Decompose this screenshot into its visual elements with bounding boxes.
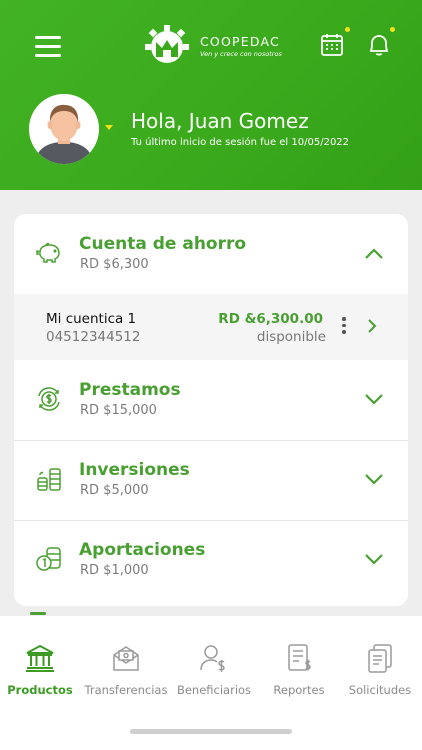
logo-tagline: Ven y crece con nosotros xyxy=(200,50,282,58)
investments-amount: RD $5,000 xyxy=(80,483,149,498)
coins-icon xyxy=(36,547,61,571)
transfer-envelope-icon xyxy=(113,646,139,671)
account-balance: RD &6,300.00 xyxy=(218,311,323,327)
report-document-icon xyxy=(288,644,311,671)
chevron-up-icon[interactable] xyxy=(364,246,384,260)
logo-mark-icon xyxy=(145,25,189,63)
tab-label: Reportes xyxy=(273,683,325,697)
tab-solicitudes[interactable]: Solicitudes xyxy=(338,642,422,697)
tab-label: Beneficiarios xyxy=(176,683,252,697)
chevron-right-icon[interactable] xyxy=(367,318,377,334)
greeting: Hola, Juan Gomez xyxy=(131,109,309,133)
tab-reportes[interactable]: Reportes xyxy=(257,642,341,697)
tab-productos[interactable]: Productos xyxy=(0,642,82,697)
chevron-down-icon[interactable] xyxy=(364,392,384,406)
profile-dropdown-caret-icon[interactable] xyxy=(105,125,113,130)
piggy-bank-icon xyxy=(36,242,60,263)
loans-amount: RD $15,000 xyxy=(80,403,157,418)
calendar-notification-dot xyxy=(345,27,350,32)
account-row-mi-cuentica-1[interactable]: Mi cuentica 1 04512344512 RD &6,300.00 d… xyxy=(14,294,408,360)
tab-beneficiarios[interactable]: Beneficiarios xyxy=(172,642,256,697)
coin-stack-icon xyxy=(37,468,61,491)
account-number: 04512344512 xyxy=(46,329,141,345)
requests-documents-icon xyxy=(368,644,392,673)
tab-label: Transferencias xyxy=(84,683,168,697)
active-tab-indicator xyxy=(30,612,46,615)
app-header: COOPEDAC Ven y crece con nosotros Hola, … xyxy=(0,0,422,190)
beneficiary-user-icon xyxy=(200,645,225,672)
hamburger-menu-icon[interactable] xyxy=(35,36,61,58)
investments-title: Inversiones xyxy=(79,460,190,480)
avatar[interactable] xyxy=(29,94,99,164)
bank-icon xyxy=(26,644,54,672)
logo-name: COOPEDAC xyxy=(200,34,280,49)
loans-title: Prestamos xyxy=(79,380,181,400)
account-balance-status: disponible xyxy=(256,329,326,345)
contributions-section-header[interactable]: Aportaciones RD $1,000 xyxy=(14,520,408,600)
home-indicator xyxy=(130,729,292,734)
tab-label: Solicitudes xyxy=(348,683,412,697)
savings-amount: RD $6,300 xyxy=(80,257,149,272)
investments-section-header[interactable]: Inversiones RD $5,000 xyxy=(14,440,408,521)
tab-label: Productos xyxy=(7,683,73,697)
chevron-down-icon[interactable] xyxy=(364,472,384,486)
contributions-title: Aportaciones xyxy=(79,540,206,560)
bell-icon[interactable] xyxy=(366,32,392,58)
savings-title: Cuenta de ahorro xyxy=(79,234,247,254)
bell-notification-dot xyxy=(390,27,395,32)
last-login-text: Tu último inicio de sesión fue el 10/05/… xyxy=(131,137,350,148)
loans-section-header[interactable]: Prestamos RD $15,000 xyxy=(14,360,408,441)
accounts-card: Cuenta de ahorro RD $6,300 Mi cuentica 1… xyxy=(14,214,408,606)
account-name: Mi cuentica 1 xyxy=(46,311,137,327)
user-avatar-icon xyxy=(29,94,99,164)
tab-transferencias[interactable]: Transferencias xyxy=(84,642,168,697)
more-options-icon[interactable] xyxy=(342,317,346,337)
calendar-icon[interactable] xyxy=(320,32,346,58)
coopedac-logo: COOPEDAC Ven y crece con nosotros xyxy=(142,24,282,68)
savings-section-header[interactable]: Cuenta de ahorro RD $6,300 xyxy=(14,214,408,295)
chevron-down-icon[interactable] xyxy=(364,552,384,566)
contributions-amount: RD $1,000 xyxy=(80,563,149,578)
loan-cycle-icon xyxy=(38,387,60,411)
